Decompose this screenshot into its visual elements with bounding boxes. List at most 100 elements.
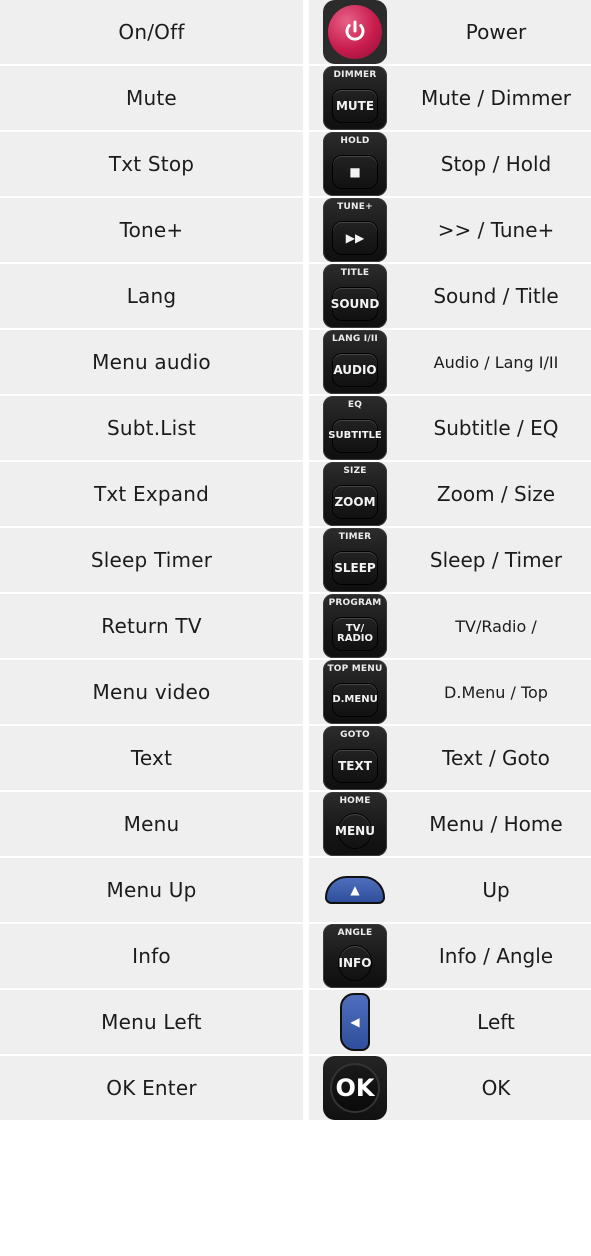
row-7-function-label: Zoom / Size	[436, 482, 556, 506]
zoom-button-icon[interactable]: SIZE ZOOM	[323, 462, 387, 526]
row-4-left-cell: Lang	[0, 264, 303, 330]
row-14-top-label: ANGLE	[337, 928, 373, 938]
row-12-left-label: Menu	[123, 812, 180, 836]
row-2-icon-wrap: HOLD ■	[309, 132, 401, 196]
up-arrow-icon[interactable]: ▲	[323, 858, 387, 922]
stop-button-icon[interactable]: HOLD ■	[323, 132, 387, 196]
row-8-cap-label: SLEEP	[333, 552, 377, 584]
row-2-left-label: Txt Stop	[108, 152, 195, 176]
row-13-icon-wrap: ▲	[309, 858, 401, 922]
row-2-cap-label: ■	[333, 156, 377, 188]
row-9-function-label: TV/Radio /	[455, 616, 537, 636]
row-9-cap-label: TV/ RADIO	[333, 618, 377, 650]
row-15-left-label: Menu Left	[101, 1010, 202, 1034]
row-8-function-label: Sleep / Timer	[429, 548, 563, 572]
subtitle-button-icon[interactable]: EQ SUBTITLE	[323, 396, 387, 460]
row-10-icon-wrap: TOP MENU D.MENU	[309, 660, 401, 724]
tv-radio-button-icon[interactable]: PROGRAM TV/ RADIO	[323, 594, 387, 658]
ok-button-cap: OK	[330, 1063, 380, 1113]
row-0-left-label: On/Off	[118, 20, 185, 44]
row-0-icon-wrap	[309, 0, 401, 64]
row-1-right-cell: DIMMER MUTE Mute / Dimmer	[309, 66, 591, 132]
row-5-top-label: LANG I/II	[332, 334, 378, 344]
row-9-left-cell: Return TV	[0, 594, 303, 660]
row-16-left-cell: OK Enter	[0, 1056, 303, 1122]
row-13-right-cell: ▲ Up	[309, 858, 591, 924]
row-10-right-cell: TOP MENU D.MENU D.Menu / Top	[309, 660, 591, 726]
row-12-cap-label: MENU	[335, 814, 375, 848]
row-15-icon-wrap: ◀	[309, 990, 401, 1054]
row-16-function-label: OK	[481, 1076, 511, 1100]
row-11-icon-wrap: GOTO TEXT	[309, 726, 401, 790]
row-13-left-cell: Menu Up	[0, 858, 303, 924]
row-1-left-cell: Mute	[0, 66, 303, 132]
row-11-left-label: Text	[130, 746, 173, 770]
row-8-icon-wrap: TIMER SLEEP	[309, 528, 401, 592]
row-14-right-cell: ANGLE INFO Info / Angle	[309, 924, 591, 990]
row-1-function-label: Mute / Dimmer	[421, 86, 571, 110]
row-14-function-label: Info / Angle	[438, 944, 554, 968]
row-6-left-label: Subt.List	[106, 416, 197, 440]
left-arrow-icon[interactable]: ◀	[323, 990, 387, 1054]
row-16-icon-wrap: OK	[309, 1056, 401, 1120]
row-9-right-cell: PROGRAM TV/ RADIO TV/Radio /	[309, 594, 591, 660]
row-2-right-cell: HOLD ■ Stop / Hold	[309, 132, 591, 198]
row-13-left-label: Menu Up	[106, 878, 197, 902]
row-0-right-cell: Power	[309, 0, 591, 66]
sleep-button-icon[interactable]: TIMER SLEEP	[323, 528, 387, 592]
row-12-right-cell: HOME MENU Menu / Home	[309, 792, 591, 858]
row-13-function-label: Up	[482, 878, 510, 902]
row-7-left-cell: Txt Expand	[0, 462, 303, 528]
power-icon[interactable]	[323, 0, 387, 64]
row-11-cap-label: TEXT	[333, 750, 377, 782]
row-8-left-label: Sleep Timer	[90, 548, 213, 572]
row-6-left-cell: Subt.List	[0, 396, 303, 462]
row-6-icon-wrap: EQ SUBTITLE	[309, 396, 401, 460]
row-12-icon-wrap: HOME MENU	[309, 792, 401, 856]
row-3-top-label: TUNE+	[337, 202, 373, 212]
power-glyph-icon	[345, 20, 365, 41]
row-14-left-label: Info	[132, 944, 171, 968]
row-7-icon-wrap: SIZE ZOOM	[309, 462, 401, 526]
fast-forward-icon[interactable]: TUNE+ ▶▶	[323, 198, 387, 262]
ok-button-icon[interactable]: OK	[323, 1056, 387, 1120]
row-4-icon-wrap: TITLE SOUND	[309, 264, 401, 328]
row-3-right-cell: TUNE+ ▶▶ >> / Tune+	[309, 198, 591, 264]
menu-button-icon[interactable]: HOME MENU	[323, 792, 387, 856]
row-6-top-label: EQ	[347, 400, 363, 410]
row-11-top-label: GOTO	[340, 730, 370, 740]
audio-button-icon[interactable]: LANG I/II AUDIO	[323, 330, 387, 394]
row-5-icon-wrap: LANG I/II AUDIO	[309, 330, 401, 394]
power-symbol	[328, 5, 382, 59]
row-7-right-cell: SIZE ZOOM Zoom / Size	[309, 462, 591, 528]
row-4-left-label: Lang	[126, 284, 177, 308]
row-5-cap-label: AUDIO	[333, 354, 377, 386]
dmenu-button-icon[interactable]: TOP MENU D.MENU	[323, 660, 387, 724]
left-column: On/Off Mute Txt Stop Tone+ Lang Menu aud…	[0, 0, 303, 1122]
row-9-left-label: Return TV	[101, 614, 202, 638]
row-8-top-label: TIMER	[338, 532, 372, 542]
row-15-left-cell: Menu Left	[0, 990, 303, 1056]
row-10-left-label: Menu video	[92, 680, 211, 704]
mute-button-icon[interactable]: DIMMER MUTE	[323, 66, 387, 130]
row-3-icon-wrap: TUNE+ ▶▶	[309, 198, 401, 262]
right-column: Power DIMMER MUTE Mute / Dimmer HOLD ■ S…	[309, 0, 591, 1122]
row-7-top-label: SIZE	[343, 466, 367, 476]
info-button-icon[interactable]: ANGLE INFO	[323, 924, 387, 988]
row-1-icon-wrap: DIMMER MUTE	[309, 66, 401, 130]
row-14-icon-wrap: ANGLE INFO	[309, 924, 401, 988]
row-0-function-label: Power	[465, 20, 527, 44]
row-14-cap-label: INFO	[339, 946, 371, 980]
row-10-top-label: TOP MENU	[327, 664, 383, 674]
row-6-right-cell: EQ SUBTITLE Subtitle / EQ	[309, 396, 591, 462]
row-16-right-cell: OK OK	[309, 1056, 591, 1122]
text-button-icon[interactable]: GOTO TEXT	[323, 726, 387, 790]
row-6-cap-label: SUBTITLE	[328, 420, 382, 452]
row-1-top-label: DIMMER	[333, 70, 377, 80]
row-11-right-cell: GOTO TEXT Text / Goto	[309, 726, 591, 792]
row-11-function-label: Text / Goto	[442, 746, 550, 770]
row-3-left-cell: Tone+	[0, 198, 303, 264]
sound-button-icon[interactable]: TITLE SOUND	[323, 264, 387, 328]
row-2-top-label: HOLD	[340, 136, 370, 146]
row-8-left-cell: Sleep Timer	[0, 528, 303, 594]
